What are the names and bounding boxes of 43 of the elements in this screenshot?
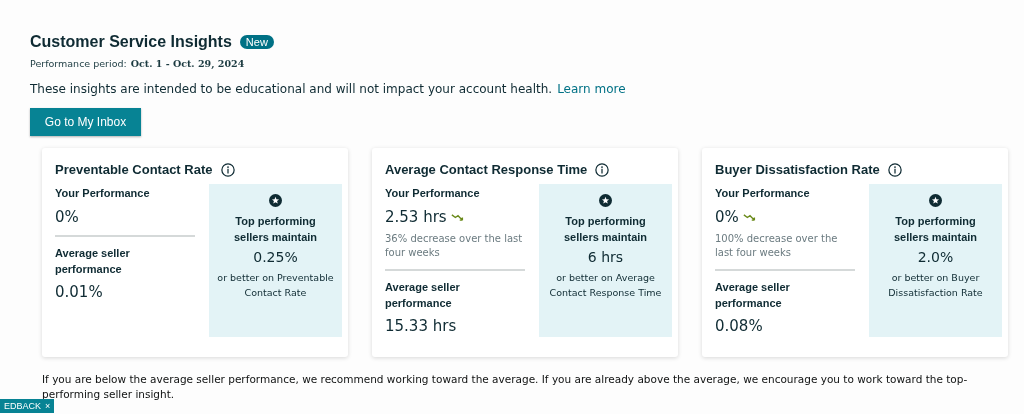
card-title: Preventable Contact Rate	[55, 162, 213, 177]
intro-text: These insights are intended to be educational and will not impact your account health.	[30, 82, 553, 96]
average-performance-value: 0.08%	[715, 317, 764, 335]
card-title: Buyer Dissatisfaction Rate	[715, 162, 880, 177]
your-performance-value: 0%	[715, 208, 739, 226]
info-icon[interactable]	[887, 162, 902, 177]
top-performer-value: 0.25%	[253, 249, 298, 265]
top-performer-label: Top performing sellers maintain	[562, 214, 649, 245]
change-note: 36% decrease over the last four weeks	[385, 232, 524, 260]
period-label: Performance period:	[30, 58, 127, 69]
your-performance-value: 2.53 hrs	[385, 208, 447, 226]
close-icon[interactable]: ×	[45, 401, 51, 411]
average-performance-label: Average seller performance	[55, 246, 131, 277]
star-badge-icon	[269, 194, 282, 207]
top-performer-label: Top performing sellers maintain	[232, 214, 319, 245]
your-performance-value: 0%	[55, 208, 79, 226]
top-performer-value: 2.0%	[917, 249, 954, 265]
your-performance-label: Your Performance	[715, 186, 811, 201]
star-badge-icon	[599, 194, 612, 207]
feedback-label: EDBACK	[4, 401, 41, 411]
top-performer-note: or better on Buyer Dissatisfaction Rate	[887, 271, 984, 300]
learn-more-link[interactable]: Learn more	[557, 82, 626, 96]
new-badge: New	[239, 35, 274, 49]
recommendation-text: If you are below the average seller performance, we recommend working toward the average. If you are already above the average, we encourage you to work toward the top-performing seller insight.	[42, 372, 969, 402]
top-performer-label: Top performing sellers maintain	[892, 214, 979, 245]
average-performance-label: Average seller performance	[715, 280, 791, 311]
your-performance-label: Your Performance	[385, 186, 481, 201]
star-badge-icon	[929, 194, 942, 207]
inbox-button[interactable]: Go to My Inbox	[30, 108, 141, 136]
page-title: Customer Service Insights	[30, 33, 232, 51]
info-icon[interactable]	[220, 162, 235, 177]
average-performance-value: 0.01%	[55, 283, 104, 301]
top-performer-value: 6 hrs	[587, 249, 624, 265]
info-icon[interactable]	[595, 162, 610, 177]
top-performer-note: or better on Average Contact Response Time	[548, 271, 663, 300]
your-performance-label: Your Performance	[55, 186, 151, 201]
period-value: Oct. 1 - Oct. 29, 2024	[130, 58, 245, 69]
change-note: 100% decrease over the last four weeks	[715, 232, 839, 260]
card-title: Average Contact Response Time	[385, 162, 588, 177]
average-performance-label: Average seller performance	[385, 280, 461, 311]
feedback-tab[interactable]: EDBACK ×	[0, 399, 55, 413]
average-performance-value: 15.33 hrs	[385, 317, 458, 335]
top-performer-note: or better on Preventable Contact Rate	[216, 271, 335, 300]
